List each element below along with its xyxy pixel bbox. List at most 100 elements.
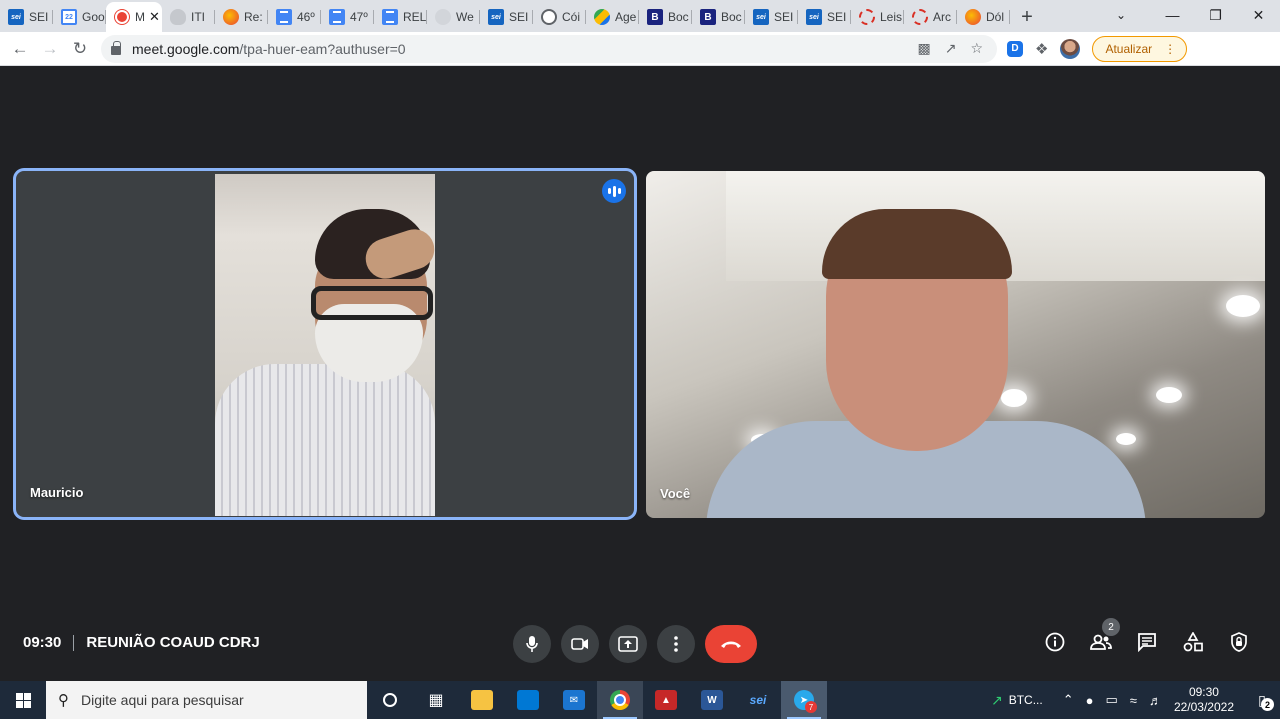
- reload-button[interactable]: ↻: [65, 35, 95, 63]
- taskbar-store[interactable]: [505, 681, 551, 719]
- activities-button[interactable]: [1180, 629, 1206, 655]
- close-window-button[interactable]: ✕: [1237, 0, 1280, 30]
- taskbar-sei[interactable]: sei: [735, 681, 781, 719]
- participant-tile-mauricio[interactable]: Mauricio: [16, 171, 634, 517]
- show-hidden-icons-icon[interactable]: ⌃: [1063, 692, 1074, 708]
- taskbar-telegram[interactable]: ➤ 7: [781, 681, 827, 719]
- participant-count-badge: 2: [1102, 618, 1120, 636]
- leave-call-button[interactable]: [705, 625, 757, 663]
- browser-tab[interactable]: Age: [586, 2, 639, 32]
- new-tab-button[interactable]: +: [1012, 2, 1042, 32]
- tab-favicon-icon: [276, 9, 292, 25]
- browser-tab[interactable]: REL: [374, 2, 427, 32]
- microphone-tray-icon[interactable]: ●: [1086, 693, 1094, 708]
- wifi-icon[interactable]: ≈: [1130, 693, 1137, 708]
- btc-widget[interactable]: ↗ BTC...: [991, 692, 1043, 709]
- back-button[interactable]: ←: [5, 35, 35, 63]
- browser-tab[interactable]: 47º: [321, 2, 374, 32]
- task-view-button[interactable]: ▦: [413, 681, 459, 719]
- taskbar-word[interactable]: W: [689, 681, 735, 719]
- sei-icon: sei: [749, 693, 767, 707]
- bookmark-star-icon[interactable]: ☆: [970, 40, 983, 57]
- extensions-puzzle-icon[interactable]: ❖: [1035, 40, 1048, 58]
- taskbar-acrobat[interactable]: ▲: [643, 681, 689, 719]
- participant-video: [215, 174, 440, 516]
- tab-favicon-icon: B: [647, 9, 663, 25]
- tab-title: Age: [615, 10, 637, 24]
- tab-favicon-icon: [594, 9, 610, 25]
- tab-title: Dól: [986, 10, 1005, 24]
- browser-tab[interactable]: Arc: [904, 2, 957, 32]
- browser-tab[interactable]: 46º: [268, 2, 321, 32]
- call-controls: [513, 625, 757, 663]
- tab-favicon-icon: [859, 9, 875, 25]
- address-bar[interactable]: meet.google.com/tpa-huer-eam?authuser=0 …: [101, 34, 997, 63]
- tab-favicon-icon: [912, 9, 928, 25]
- browser-tab[interactable]: Dól: [957, 2, 1010, 32]
- word-icon: W: [701, 690, 723, 710]
- browser-tab[interactable]: We: [427, 2, 480, 32]
- tab-title: Boc: [721, 10, 742, 24]
- more-options-button[interactable]: [657, 625, 695, 663]
- mail-icon: ✉: [563, 690, 585, 710]
- extension-d-icon[interactable]: D: [1007, 40, 1023, 57]
- camera-button[interactable]: [561, 625, 599, 663]
- present-screen-button[interactable]: [609, 625, 647, 663]
- browser-tab[interactable]: Leis: [851, 2, 904, 32]
- notification-center-button[interactable]: ▯ 2: [1244, 681, 1280, 719]
- participant-name: Você: [660, 486, 691, 501]
- close-tab-icon[interactable]: ✕: [149, 9, 160, 25]
- trend-up-icon: ↗: [990, 691, 1003, 708]
- clock-date: 22/03/2022: [1173, 700, 1234, 714]
- browser-tab[interactable]: 22 Goo: [53, 2, 106, 32]
- host-controls-button[interactable]: [1226, 629, 1252, 655]
- volume-icon[interactable]: ♬: [1149, 693, 1162, 708]
- battery-icon[interactable]: ▭: [1106, 692, 1118, 708]
- taskbar-file-explorer[interactable]: [459, 681, 505, 719]
- taskbar-mail[interactable]: ✉: [551, 681, 597, 719]
- present-screen-icon: [618, 636, 638, 652]
- taskbar-chrome[interactable]: [597, 681, 643, 719]
- chat-button[interactable]: [1134, 629, 1160, 655]
- browser-tab[interactable]: Cói: [533, 2, 586, 32]
- info-icon: [1045, 632, 1065, 652]
- update-button[interactable]: Atualizar ⋮: [1092, 35, 1188, 62]
- tab-favicon-icon: [329, 9, 345, 25]
- restore-button[interactable]: ❐: [1194, 0, 1237, 30]
- forward-button[interactable]: →: [35, 35, 65, 63]
- browser-tab[interactable]: Re:: [215, 2, 268, 32]
- microphone-button[interactable]: [513, 625, 551, 663]
- browser-tab[interactable]: sei SEI: [745, 2, 798, 32]
- meeting-time: 09:30: [23, 634, 62, 651]
- system-clock[interactable]: 09:30 22/03/2022: [1174, 685, 1234, 715]
- start-button[interactable]: [0, 681, 46, 719]
- tab-favicon-icon: [170, 9, 186, 25]
- more-options-icon: [674, 636, 678, 652]
- meeting-details-button[interactable]: [1042, 629, 1068, 655]
- browser-tab[interactable]: B Boc: [639, 2, 692, 32]
- notification-count: 2: [1261, 698, 1274, 711]
- tab-search-icon[interactable]: ⌄: [1101, 0, 1141, 30]
- taskbar-search-box[interactable]: ⚲ Digite aqui para pesquisar: [46, 681, 367, 719]
- meet-stage: Mauricio Você 09:30 REUNIÃO COAUD CDRJ 2: [0, 67, 1280, 681]
- update-label: Atualizar: [1105, 41, 1153, 56]
- omnibox-actions: ▩ ↗ ☆: [917, 40, 997, 57]
- microphone-icon: [526, 636, 538, 652]
- people-button[interactable]: 2: [1088, 618, 1120, 655]
- tab-title: Boc: [668, 10, 689, 24]
- browser-tab[interactable]: ITI: [162, 2, 215, 32]
- participant-tile-self[interactable]: Você: [646, 171, 1265, 518]
- search-icon: ⚲: [58, 692, 69, 709]
- tab-favicon-icon: [114, 9, 130, 25]
- minimize-button[interactable]: —: [1151, 0, 1194, 30]
- browser-tab[interactable]: sei SEI: [0, 2, 53, 32]
- cortana-button[interactable]: [367, 681, 413, 719]
- browser-tab[interactable]: sei SEI: [480, 2, 533, 32]
- share-icon[interactable]: ↗: [945, 40, 957, 57]
- camera-in-use-icon[interactable]: ▩: [917, 40, 930, 57]
- browser-tab[interactable]: sei SEI: [798, 2, 851, 32]
- browser-tab[interactable]: M ✕: [106, 2, 162, 32]
- tab-title: M: [135, 10, 145, 24]
- profile-avatar[interactable]: [1060, 38, 1081, 59]
- browser-tab[interactable]: B Boc: [692, 2, 745, 32]
